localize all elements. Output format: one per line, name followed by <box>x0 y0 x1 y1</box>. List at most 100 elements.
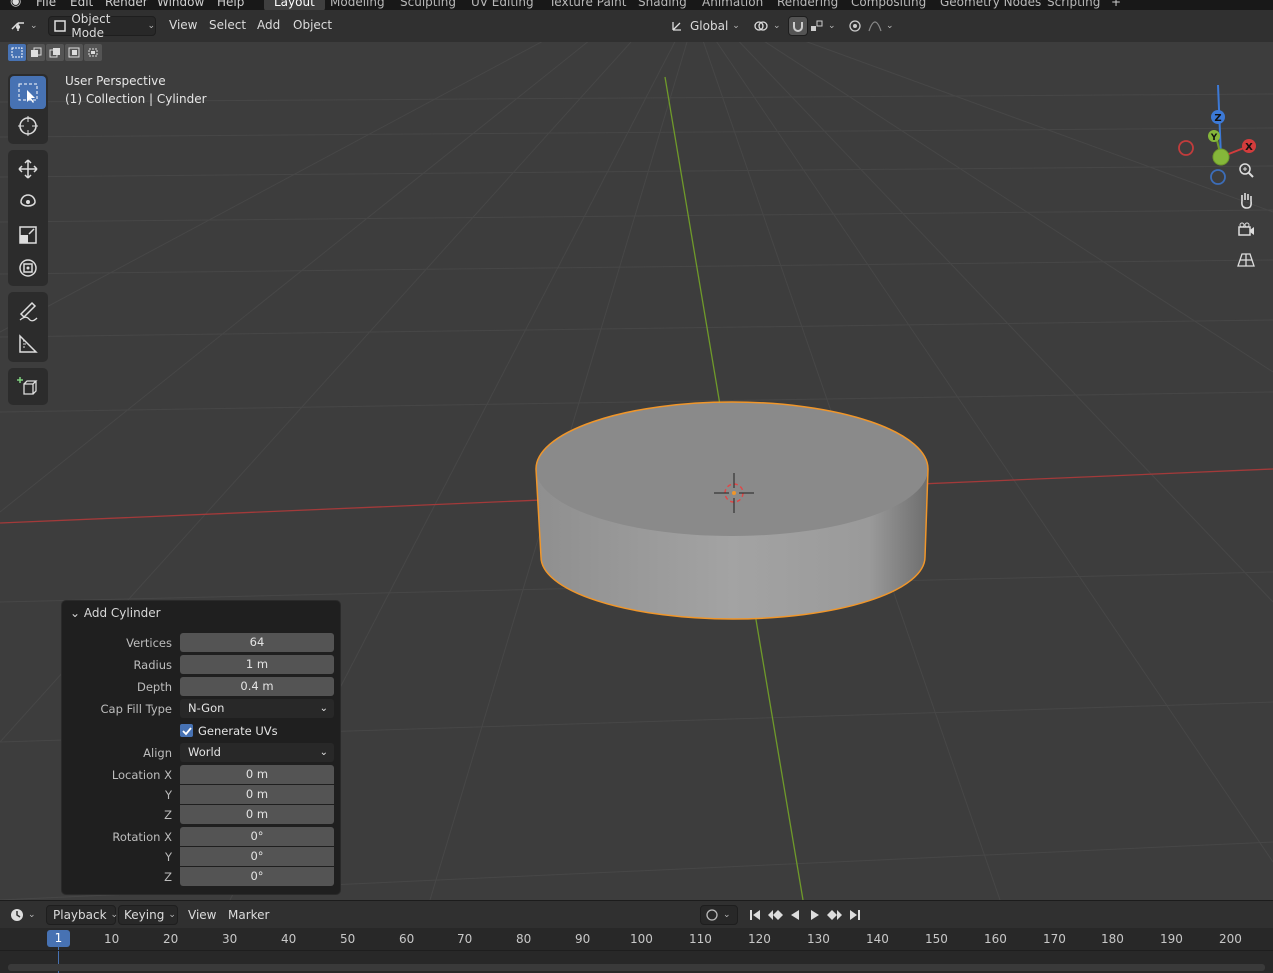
scale-tool[interactable] <box>10 218 46 251</box>
location-y-field[interactable]: 0 m <box>180 785 334 804</box>
mode-dropdown[interactable]: Object Mode ⌄ <box>48 12 156 40</box>
transform-icon <box>19 258 37 277</box>
timeline-scrubber[interactable]: 1 10 20 30 40 50 60 70 80 90 100 110 120… <box>0 928 1273 973</box>
jump-to-end-button[interactable] <box>846 906 864 924</box>
next-keyframe-button[interactable] <box>826 906 844 924</box>
tab-modeling[interactable]: Modeling <box>320 0 395 10</box>
move-tool[interactable] <box>10 152 46 185</box>
rotation-x-field[interactable]: 0° <box>180 827 334 846</box>
frame-tick: 190 <box>1160 932 1183 946</box>
menu-object[interactable]: Object <box>293 18 332 32</box>
measure-icon <box>19 333 38 353</box>
menu-view[interactable]: View <box>169 18 197 32</box>
neg-x-axis-handle <box>1178 140 1194 156</box>
rotation-z-field[interactable]: 0° <box>180 867 334 886</box>
select-invert-button[interactable] <box>65 44 83 61</box>
blender-logo-icon[interactable]: ◉ <box>10 0 21 9</box>
menu-add[interactable]: Add <box>257 18 280 32</box>
align-dropdown[interactable]: World ⌄ <box>180 743 334 762</box>
tab-shading[interactable]: Shading <box>628 0 697 10</box>
camera-icon <box>1238 222 1254 236</box>
chevron-down-icon: ⌄ <box>110 910 119 920</box>
menu-help[interactable]: Help <box>217 0 244 9</box>
menu-edit[interactable]: Edit <box>70 0 93 9</box>
menu-render[interactable]: Render <box>105 0 148 9</box>
depth-field[interactable]: 0.4 m <box>180 677 334 696</box>
menu-window[interactable]: Window <box>157 0 204 9</box>
chevron-down-icon: ⌄ <box>147 21 155 31</box>
rotation-y-field[interactable]: 0° <box>180 847 334 866</box>
tab-sculpting[interactable]: Sculpting <box>390 0 466 10</box>
timeline-scrollbar[interactable] <box>8 964 1265 971</box>
panel-header[interactable]: ⌄ Add Cylinder <box>70 606 161 620</box>
keying-menu[interactable]: Keying ⌄ <box>118 905 178 925</box>
clock-icon <box>11 909 23 921</box>
add-cube-tool[interactable] <box>10 370 46 403</box>
align-row: Align World ⌄ <box>62 743 342 763</box>
tab-uv-editing[interactable]: UV Editing <box>461 0 544 10</box>
add-cube-icon <box>17 376 38 395</box>
tab-geometry-nodes[interactable]: Geometry Nodes <box>930 0 1051 10</box>
frame-tick: 50 <box>340 932 356 946</box>
jump-to-start-button[interactable] <box>746 906 764 924</box>
editor-type-button[interactable]: ⌄ <box>10 16 44 36</box>
rotation-y-row: Y 0° <box>62 847 342 867</box>
3d-viewport[interactable]: User Perspective (1) Collection | Cylind… <box>0 42 1273 900</box>
proportional-falloff-dropdown[interactable]: ⌄ <box>868 16 898 36</box>
transform-tool[interactable] <box>10 251 46 284</box>
play-reverse-button[interactable] <box>786 906 804 924</box>
tab-layout[interactable]: Layout <box>264 0 325 10</box>
select-extend-button[interactable] <box>27 44 45 61</box>
timeline-editor-type-button[interactable]: ⌄ <box>10 905 40 925</box>
menu-select[interactable]: Select <box>209 18 246 32</box>
prev-keyframe-button[interactable] <box>766 906 784 924</box>
select-intersect-button[interactable] <box>84 44 102 61</box>
jump-start-icon <box>750 910 760 920</box>
tab-compositing[interactable]: Compositing <box>841 0 936 10</box>
camera-view-button[interactable] <box>1233 217 1259 243</box>
cap-fill-row: Cap Fill Type N-Gon ⌄ <box>62 699 342 719</box>
playback-menu[interactable]: Playback ⌄ <box>46 905 119 925</box>
annotate-tool[interactable] <box>10 294 46 327</box>
cursor-tool[interactable] <box>10 109 46 142</box>
zoom-icon <box>1239 163 1254 178</box>
transform-orientation-dropdown[interactable]: Global ⌄ <box>670 16 746 36</box>
menu-file[interactable]: File <box>36 0 56 9</box>
generate-uvs-checkbox[interactable] <box>180 724 193 737</box>
cursor-icon <box>18 115 38 136</box>
tab-scripting[interactable]: Scripting <box>1037 0 1110 10</box>
proportional-edit-toggle[interactable] <box>846 16 864 36</box>
tab-rendering[interactable]: Rendering <box>767 0 848 10</box>
select-subtract-button[interactable] <box>46 44 64 61</box>
snap-toggle[interactable] <box>788 16 808 36</box>
depth-label: Depth <box>136 680 172 694</box>
prev-keyframe-icon <box>768 910 783 920</box>
pan-button[interactable] <box>1233 187 1259 213</box>
play-button[interactable] <box>806 906 824 924</box>
perspective-toggle-button[interactable] <box>1233 247 1259 273</box>
panel-title: Add Cylinder <box>83 606 161 620</box>
snap-target-dropdown[interactable]: ⌄ <box>810 16 840 36</box>
auto-keying-toggle[interactable]: ⌄ <box>700 905 738 925</box>
location-z-field[interactable]: 0 m <box>180 805 334 824</box>
radius-field[interactable]: 1 m <box>180 655 334 674</box>
zoom-button[interactable] <box>1233 157 1259 183</box>
select-box-tool[interactable] <box>10 76 46 109</box>
vertices-field[interactable]: 64 <box>180 633 334 652</box>
select-new-button[interactable] <box>8 44 26 61</box>
radius-label: Radius <box>133 658 172 672</box>
neg-z-axis-handle <box>1210 169 1226 185</box>
tab-texture-paint[interactable]: Texture Paint <box>539 0 636 10</box>
location-x-field[interactable]: 0 m <box>180 765 334 784</box>
frame-tick: 170 <box>1043 932 1066 946</box>
measure-tool[interactable] <box>10 327 46 360</box>
tab-animation[interactable]: Animation <box>692 0 773 10</box>
chevron-down-icon: ⌄ <box>28 910 36 920</box>
pivot-point-dropdown[interactable]: ⌄ <box>753 16 783 36</box>
add-workspace-button[interactable]: + <box>1111 0 1121 9</box>
timeline-menu-view[interactable]: View <box>188 908 216 922</box>
cap-fill-dropdown[interactable]: N-Gon ⌄ <box>180 699 334 718</box>
current-frame-indicator[interactable]: 1 <box>47 930 70 947</box>
timeline-menu-marker[interactable]: Marker <box>228 908 269 922</box>
rotate-tool[interactable] <box>10 185 46 218</box>
